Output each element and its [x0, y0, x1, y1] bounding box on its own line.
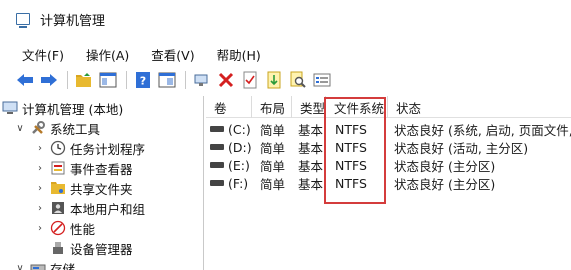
tree-item-computer-management[interactable]: 计算机管理 (本地) [2, 98, 123, 118]
tree-item-label: 存储 [50, 261, 76, 270]
chevron-down-icon[interactable]: ∨ [14, 263, 26, 270]
title-bar: 计算机管理 [0, 0, 571, 38]
tree-item-device-manager[interactable]: 设备管理器 [50, 238, 133, 258]
tree-item-system-tools[interactable]: ∨ 系统工具 [14, 118, 100, 138]
status-cell: 状态良好 (系统, 启动, 页面文件, 活 [394, 122, 571, 138]
drive-icon [210, 126, 224, 132]
back-arrow-icon[interactable] [14, 69, 36, 91]
status-cell: 状态良好 (活动, 主分区) [394, 140, 529, 156]
window-title: 计算机管理 [40, 13, 106, 29]
volume-cell: (D:) [206, 140, 252, 155]
help-icon[interactable]: ? [132, 69, 154, 91]
volume-cell: (E:) [206, 158, 252, 173]
tree-item-performance[interactable]: › 性能 [34, 218, 95, 238]
filesystem-cell: NTFS [335, 157, 367, 173]
menu-help[interactable]: 帮助(H) [195, 45, 261, 64]
connect-icon[interactable] [191, 69, 213, 91]
type-cell: 基本 [298, 176, 324, 192]
column-header-filesystem[interactable]: 文件系统 [326, 96, 388, 118]
filesystem-cell: NTFS [335, 139, 367, 155]
chevron-down-icon[interactable]: ∨ [14, 123, 26, 134]
volume-label: (C:) [228, 121, 251, 137]
users-icon [50, 200, 66, 216]
navigation-tree: 计算机管理 (本地) ∨ 系统工具 › 任务计划程序 › 事件查看器 › 共享文… [0, 96, 204, 270]
drive-icon [210, 144, 224, 150]
performance-icon [50, 220, 66, 236]
table-row[interactable]: (C:) 简单 基本 NTFS 状态良好 (系统, 启动, 页面文件, 活 [206, 120, 571, 138]
shared-folder-icon [50, 180, 66, 196]
tree-item-label: 设备管理器 [70, 241, 133, 257]
list-header: 卷 布局 类型 文件系统 状态 [206, 96, 571, 118]
volume-list: 卷 布局 类型 文件系统 状态 (C:) 简单 基本 NTFS 状态良好 (系统… [206, 96, 571, 270]
type-cell: 基本 [298, 122, 324, 138]
tree-item-label: 任务计划程序 [70, 141, 146, 157]
menu-action[interactable]: 操作(A) [64, 45, 129, 64]
delete-icon[interactable] [215, 69, 237, 91]
type-cell: 基本 [298, 158, 324, 174]
menu-view[interactable]: 查看(V) [129, 45, 194, 64]
volume-cell: (C:) [206, 122, 252, 137]
list-icon[interactable] [311, 69, 333, 91]
tree-item-label: 共享文件夹 [70, 181, 133, 197]
menu-file[interactable]: 文件(F) [0, 45, 64, 64]
drive-icon [210, 162, 224, 168]
svg-text:?: ? [140, 75, 146, 88]
filesystem-cell: NTFS [335, 175, 367, 191]
check-icon[interactable] [239, 69, 261, 91]
column-header-layout[interactable]: 布局 [252, 96, 292, 118]
column-header-type[interactable]: 类型 [292, 96, 326, 118]
up-folder-icon[interactable] [73, 69, 95, 91]
tree-item-label: 本地用户和组 [70, 201, 146, 217]
table-row[interactable]: (D:) 简单 基本 NTFS 状态良好 (活动, 主分区) [206, 138, 571, 156]
layout-cell: 简单 [260, 176, 286, 192]
computer-management-icon [16, 13, 30, 28]
tree-item-storage[interactable]: ∨ 存储 [14, 258, 75, 270]
forward-arrow-icon[interactable] [38, 69, 60, 91]
volume-label: (F:) [228, 175, 249, 191]
clock-icon [50, 140, 66, 156]
chevron-right-icon[interactable]: › [34, 223, 46, 234]
layout-cell: 简单 [260, 140, 286, 156]
column-header-volume[interactable]: 卷 [206, 96, 252, 118]
toolbar-separator [126, 71, 127, 89]
toolbar-separator [67, 71, 68, 89]
tree-item-event-viewer[interactable]: › 事件查看器 [34, 158, 133, 178]
chevron-right-icon[interactable]: › [34, 203, 46, 214]
volume-label: (E:) [228, 157, 250, 173]
computer-icon [2, 100, 18, 116]
chevron-right-icon[interactable]: › [34, 183, 46, 194]
filesystem-cell: NTFS [335, 121, 367, 137]
event-viewer-icon [50, 160, 66, 176]
layout-cell: 简单 [260, 122, 286, 138]
tree-item-local-users-groups[interactable]: › 本地用户和组 [34, 198, 145, 218]
properties-icon[interactable] [156, 69, 178, 91]
storage-icon [30, 260, 46, 270]
tools-icon [30, 120, 46, 136]
chevron-right-icon[interactable]: › [34, 163, 46, 174]
tree-item-label: 系统工具 [50, 121, 101, 137]
search-icon[interactable] [287, 69, 309, 91]
tree-item-label: 事件查看器 [70, 161, 133, 177]
status-cell: 状态良好 (主分区) [394, 158, 496, 174]
tree-item-label: 性能 [70, 221, 96, 237]
volume-label: (D:) [228, 139, 252, 155]
status-cell: 状态良好 (主分区) [394, 176, 496, 192]
column-header-status[interactable]: 状态 [388, 96, 571, 118]
show-hide-tree-icon[interactable] [97, 69, 119, 91]
type-cell: 基本 [298, 140, 324, 156]
drive-icon [210, 180, 224, 186]
toolbar: ? [0, 66, 571, 94]
table-row[interactable]: (E:) 简单 基本 NTFS 状态良好 (主分区) [206, 156, 571, 174]
volume-cell: (F:) [206, 176, 252, 191]
menu-bar: 文件(F) 操作(A) 查看(V) 帮助(H) [0, 42, 261, 66]
layout-cell: 简单 [260, 158, 286, 174]
tree-item-shared-folders[interactable]: › 共享文件夹 [34, 178, 133, 198]
table-row[interactable]: (F:) 简单 基本 NTFS 状态良好 (主分区) [206, 174, 571, 192]
import-icon[interactable] [263, 69, 285, 91]
device-manager-icon [50, 240, 66, 256]
chevron-right-icon[interactable]: › [34, 143, 46, 154]
tree-item-task-scheduler[interactable]: › 任务计划程序 [34, 138, 145, 158]
tree-item-label: 计算机管理 (本地) [22, 101, 124, 117]
toolbar-separator [185, 71, 186, 89]
